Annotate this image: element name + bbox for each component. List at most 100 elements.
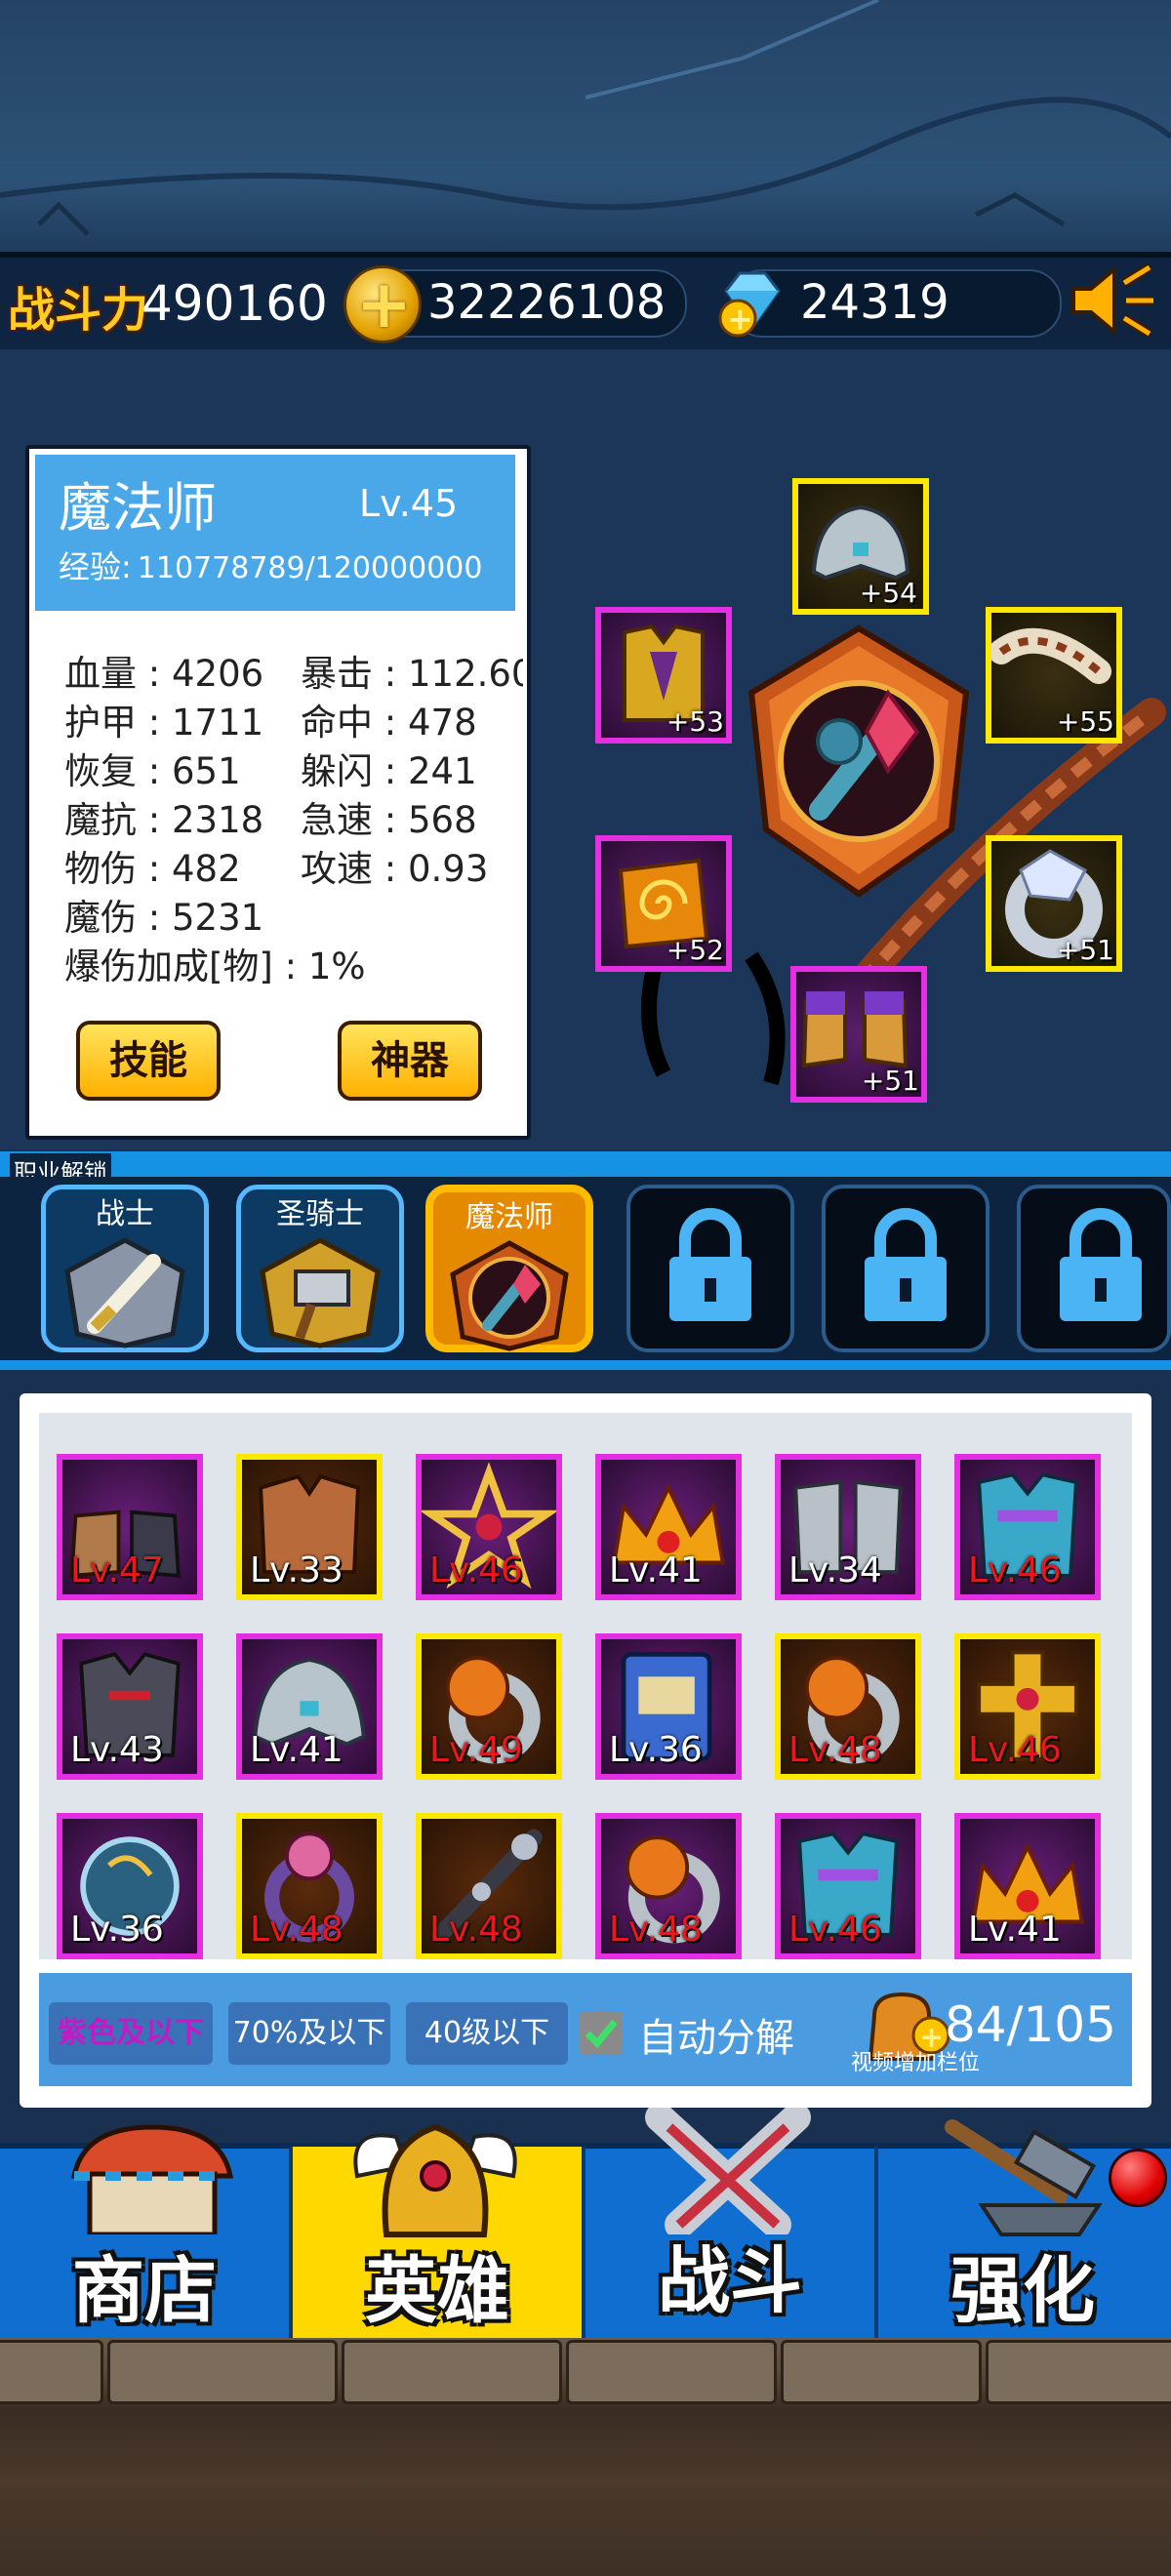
hero-level: Lv.45 <box>359 482 459 525</box>
hero-helmet-icon <box>353 2123 517 2237</box>
inventory-item[interactable]: Lv.43 <box>57 1633 203 1780</box>
brick <box>0 2340 103 2404</box>
equip-plus-armor: +53 <box>666 705 724 738</box>
inventory-item[interactable]: Lv.49 <box>416 1633 562 1780</box>
class-card-paladin[interactable]: 圣骑士 <box>236 1185 404 1352</box>
inventory-item[interactable]: Lv.36 <box>57 1813 203 1959</box>
stat-magic-resist: 魔抗 : 2318 <box>64 799 264 841</box>
inventory-item[interactable]: Lv.46 <box>954 1633 1101 1780</box>
item-level: Lv.48 <box>250 1910 343 1950</box>
brick <box>342 2340 562 2404</box>
stat-hit: 命中 : 478 <box>301 702 477 744</box>
brick <box>107 2340 338 2404</box>
inventory-item[interactable]: Lv.48 <box>236 1813 383 1959</box>
stat-crit: 暴击 : 112.60 <box>301 653 523 695</box>
mage-class-emblem-icon <box>747 624 970 898</box>
item-level: Lv.48 <box>788 1730 882 1770</box>
brick <box>566 2340 777 2404</box>
diamond-value: 24319 <box>800 275 949 330</box>
item-level: Lv.48 <box>609 1910 703 1950</box>
nav-tab-shop[interactable]: 商店 <box>0 2124 293 2338</box>
stat-regen: 恢复 : 651 <box>64 750 241 792</box>
inventory-item[interactable]: Lv.41 <box>954 1813 1101 1959</box>
inventory-item[interactable]: Lv.48 <box>775 1633 921 1780</box>
bag-hint: 视频增加栏位 <box>851 2051 981 2075</box>
filter-purple-button[interactable]: 紫色及以下 <box>49 2002 213 2065</box>
crossed-swords-icon <box>645 2108 811 2234</box>
lock-icon <box>1060 1208 1142 1321</box>
stat-haste: 急速 : 568 <box>301 799 477 841</box>
equip-plus-amulet: +52 <box>666 934 724 966</box>
combat-power-label: 战斗力 <box>8 283 149 338</box>
nav-tab-battle[interactable]: 战斗 <box>586 2108 878 2338</box>
class-name-paladin: 圣骑士 <box>276 1197 364 1231</box>
item-level: Lv.46 <box>968 1730 1062 1770</box>
hero-exp: 经验: 110778789/120000000 <box>59 543 482 587</box>
inventory-item[interactable]: Lv.46 <box>954 1454 1101 1600</box>
inventory-item[interactable]: Lv.34 <box>775 1454 921 1600</box>
stat-crit-bonus: 爆伤加成[物] : 1% <box>64 946 366 987</box>
sky-background <box>0 0 1171 254</box>
lock-icon <box>669 1208 751 1321</box>
filter-40-button[interactable]: 40级以下 <box>406 2002 568 2065</box>
class-card-warrior[interactable]: 战士 <box>41 1185 209 1352</box>
item-level: Lv.34 <box>788 1550 882 1590</box>
inventory-item[interactable]: Lv.47 <box>57 1454 203 1600</box>
diamond-icon[interactable]: + <box>716 265 788 338</box>
class-card-locked-1[interactable] <box>626 1185 794 1352</box>
inventory-item[interactable]: Lv.48 <box>595 1813 742 1959</box>
nav-label-shop: 商店 <box>72 2249 217 2333</box>
skill-button[interactable]: 技能 <box>76 1021 221 1101</box>
gold-coin-icon[interactable] <box>343 265 422 343</box>
inventory-item[interactable]: Lv.41 <box>595 1454 742 1600</box>
stat-magic-dmg: 魔伤 : 5231 <box>64 897 264 939</box>
inventory-item[interactable]: Lv.33 <box>236 1454 383 1600</box>
equip-slot-armor[interactable]: +53 <box>595 607 732 744</box>
lock-icon <box>865 1208 947 1321</box>
filter-70-button[interactable]: 70%及以下 <box>228 2002 390 2065</box>
combat-power-value: 490160 <box>141 275 328 332</box>
stat-physical-dmg: 物伤 : 482 <box>64 848 241 890</box>
sky-crack-decoration <box>0 0 1171 236</box>
item-level: Lv.41 <box>968 1910 1062 1950</box>
item-level: Lv.43 <box>70 1730 164 1770</box>
sound-muted-icon[interactable] <box>1068 262 1157 340</box>
equip-plus-ring: +51 <box>1056 934 1114 966</box>
inventory-item[interactable]: Lv.48 <box>416 1813 562 1959</box>
paladin-hammer-icon <box>260 1237 381 1348</box>
equip-slot-boots[interactable]: +51 <box>790 966 927 1103</box>
hero-name: 魔法师 <box>59 477 217 539</box>
artifact-button[interactable]: 神器 <box>338 1021 482 1101</box>
inventory-item[interactable]: Lv.46 <box>416 1454 562 1600</box>
equip-plus-helmet: +54 <box>859 577 917 609</box>
equip-slot-weapon[interactable]: +55 <box>986 607 1122 744</box>
item-level: Lv.41 <box>250 1730 343 1770</box>
stat-dodge: 躲闪 : 241 <box>301 750 477 792</box>
item-level: Lv.33 <box>250 1550 343 1590</box>
inventory-item[interactable]: Lv.46 <box>775 1813 921 1959</box>
equip-slot-ring[interactable]: +51 <box>986 835 1122 972</box>
class-card-locked-3[interactable] <box>1017 1185 1171 1352</box>
class-name-warrior: 战士 <box>96 1197 154 1231</box>
equip-plus-weapon: +55 <box>1056 705 1114 738</box>
shop-icon <box>70 2124 234 2234</box>
anvil-hammer-icon <box>945 2119 1103 2236</box>
inventory-item[interactable]: Lv.36 <box>595 1633 742 1780</box>
item-level: Lv.36 <box>609 1730 703 1770</box>
nav-tab-hero[interactable]: 英雄 <box>293 2123 586 2338</box>
equip-slot-helmet[interactable]: +54 <box>792 478 929 615</box>
auto-decompose-label: 自动分解 <box>638 2016 794 2061</box>
equip-slot-amulet[interactable]: +52 <box>595 835 732 972</box>
auto-decompose-checkbox[interactable] <box>580 2012 623 2055</box>
class-card-locked-2[interactable] <box>822 1185 989 1352</box>
stat-hp: 血量 : 4206 <box>64 653 264 695</box>
brick <box>986 2340 1171 2404</box>
stat-armor: 护甲 : 1711 <box>64 702 264 744</box>
exp-value: 110778789/120000000 <box>137 551 483 585</box>
warrior-sword-icon <box>64 1237 185 1348</box>
nav-label-hero: 英雄 <box>365 2249 509 2333</box>
class-card-mage[interactable]: 魔法师 <box>425 1185 593 1352</box>
item-level: Lv.47 <box>70 1550 164 1590</box>
inventory-item[interactable]: Lv.41 <box>236 1633 383 1780</box>
nav-tab-enhance[interactable]: 强化 <box>878 2119 1167 2338</box>
